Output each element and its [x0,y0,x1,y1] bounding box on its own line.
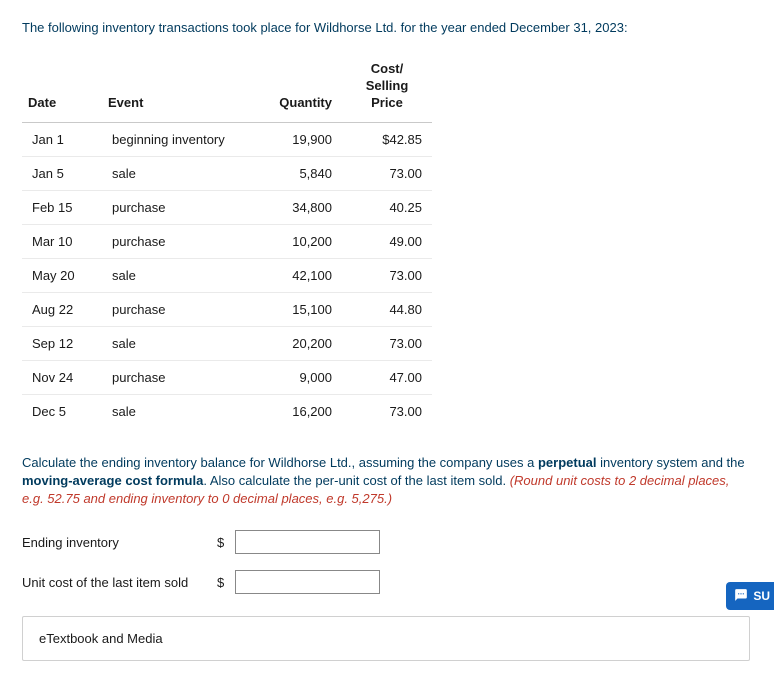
unit-cost-input[interactable] [235,570,380,594]
table-row: Feb 15purchase34,80040.25 [22,190,432,224]
cell-event: purchase [102,224,252,258]
currency-symbol: $ [217,575,231,590]
table-row: Mar 10purchase10,20049.00 [22,224,432,258]
intro-text: The following inventory transactions too… [22,20,750,35]
cell-price: $42.85 [342,122,432,156]
ending-inventory-label: Ending inventory [22,535,217,550]
cell-quantity: 5,840 [252,156,342,190]
cell-date: Dec 5 [22,394,102,428]
cell-quantity: 19,900 [252,122,342,156]
support-badge[interactable]: SU [726,582,774,610]
cell-date: Nov 24 [22,360,102,394]
table-row: Dec 5sale16,20073.00 [22,394,432,428]
cell-quantity: 16,200 [252,394,342,428]
instructions: Calculate the ending inventory balance f… [22,454,750,509]
cell-date: May 20 [22,258,102,292]
cell-price: 73.00 [342,394,432,428]
unit-cost-label: Unit cost of the last item sold [22,575,217,590]
cell-quantity: 15,100 [252,292,342,326]
cell-event: purchase [102,292,252,326]
cell-event: beginning inventory [102,122,252,156]
cell-price: 44.80 [342,292,432,326]
cell-quantity: 42,100 [252,258,342,292]
etextbook-panel[interactable]: eTextbook and Media [22,616,750,661]
cell-date: Mar 10 [22,224,102,258]
cell-date: Aug 22 [22,292,102,326]
cell-event: purchase [102,360,252,394]
table-row: Aug 22purchase15,10044.80 [22,292,432,326]
transactions-table: Date Event Quantity Cost/ Selling Price … [22,53,432,428]
currency-symbol: $ [217,535,231,550]
cell-date: Sep 12 [22,326,102,360]
cell-event: sale [102,394,252,428]
table-row: Nov 24purchase9,00047.00 [22,360,432,394]
cell-price: 73.00 [342,326,432,360]
col-header-event: Event [102,53,252,122]
cell-price: 73.00 [342,156,432,190]
cell-quantity: 20,200 [252,326,342,360]
table-row: Jan 5sale5,84073.00 [22,156,432,190]
cell-event: sale [102,156,252,190]
cell-date: Feb 15 [22,190,102,224]
cell-price: 40.25 [342,190,432,224]
ending-inventory-row: Ending inventory $ [22,530,750,554]
table-row: Jan 1beginning inventory19,900$42.85 [22,122,432,156]
col-header-quantity: Quantity [252,53,342,122]
cell-event: purchase [102,190,252,224]
cell-date: Jan 5 [22,156,102,190]
unit-cost-row: Unit cost of the last item sold $ [22,570,750,594]
table-row: May 20sale42,10073.00 [22,258,432,292]
col-header-price: Cost/ Selling Price [342,53,432,122]
cell-price: 49.00 [342,224,432,258]
cell-quantity: 34,800 [252,190,342,224]
table-row: Sep 12sale20,20073.00 [22,326,432,360]
cell-quantity: 10,200 [252,224,342,258]
cell-date: Jan 1 [22,122,102,156]
cell-quantity: 9,000 [252,360,342,394]
cell-price: 47.00 [342,360,432,394]
ending-inventory-input[interactable] [235,530,380,554]
support-badge-text: SU [753,590,770,602]
col-header-date: Date [22,53,102,122]
cell-event: sale [102,326,252,360]
cell-price: 73.00 [342,258,432,292]
chat-icon [734,588,748,604]
cell-event: sale [102,258,252,292]
